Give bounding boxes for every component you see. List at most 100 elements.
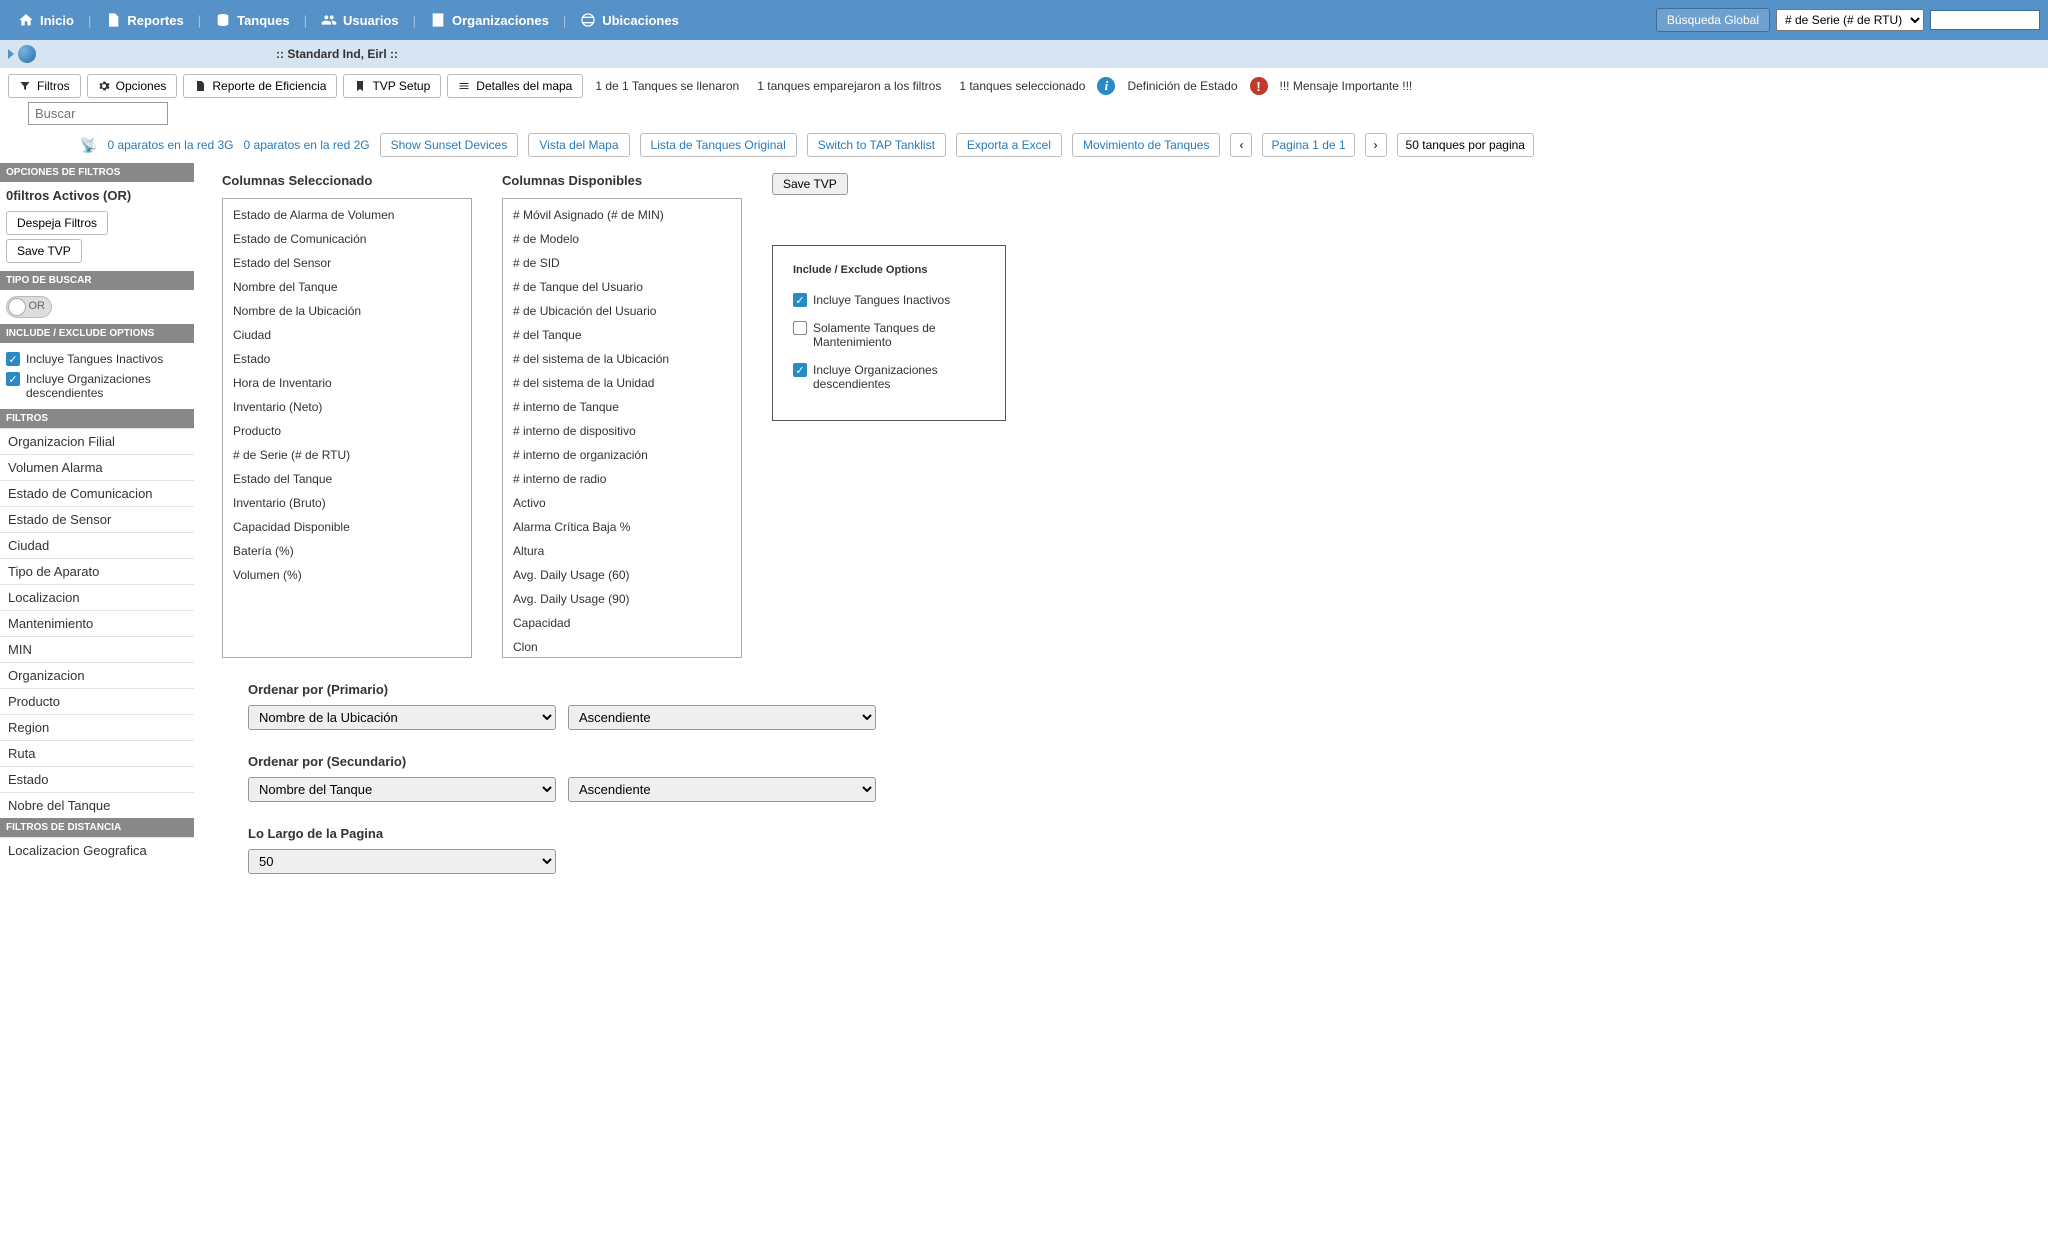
list-item[interactable]: Clon xyxy=(503,635,741,658)
list-item[interactable]: Ciudad xyxy=(223,323,471,347)
filter-item[interactable]: Ruta xyxy=(0,740,194,766)
exporta-excel-button[interactable]: Exporta a Excel xyxy=(956,133,1062,157)
sort-secondary-field-select[interactable]: Nombre del Tanque xyxy=(248,777,556,802)
check-incluye-inactivos[interactable]: ✓ Incluye Tangues Inactivos xyxy=(6,349,188,369)
inc-org-desc-check[interactable]: ✓ Incluye Organizaciones descendientes xyxy=(793,360,985,394)
list-item[interactable]: Activo xyxy=(503,491,741,515)
list-item[interactable]: # del Tanque xyxy=(503,323,741,347)
sunset-devices-button[interactable]: Show Sunset Devices xyxy=(380,133,519,157)
list-item[interactable]: # interno de dispositivo xyxy=(503,419,741,443)
search-type-select[interactable]: # de Serie (# de RTU) xyxy=(1776,9,1924,31)
nav-organizaciones[interactable]: Organizaciones xyxy=(420,12,559,28)
global-search-input[interactable] xyxy=(1930,10,2040,30)
page-info[interactable]: Pagina 1 de 1 xyxy=(1262,133,1354,157)
list-item[interactable]: Nombre del Tanque xyxy=(223,275,471,299)
filter-item[interactable]: Ciudad xyxy=(0,532,194,558)
list-item[interactable]: Volumen (%) xyxy=(223,563,471,587)
tvp-setup-button[interactable]: TVP Setup xyxy=(343,74,441,98)
detalles-mapa-button[interactable]: Detalles del mapa xyxy=(447,74,583,98)
nav-tanques[interactable]: Tanques xyxy=(205,12,300,28)
list-item[interactable]: Estado del Tanque xyxy=(223,467,471,491)
list-item[interactable]: Estado del Sensor xyxy=(223,251,471,275)
next-page-button[interactable]: › xyxy=(1365,133,1387,157)
list-item[interactable]: Inventario (Neto) xyxy=(223,395,471,419)
filter-item[interactable]: MIN xyxy=(0,636,194,662)
list-item[interactable]: Nombre de la Ubicación xyxy=(223,299,471,323)
sort-secondary-dir-select[interactable]: Ascendiente xyxy=(568,777,876,802)
check-incluye-organizaciones[interactable]: ✓ Incluye Organizaciones descendientes xyxy=(6,369,188,403)
list-item[interactable]: # de Tanque del Usuario xyxy=(503,275,741,299)
list-item[interactable]: Hora de Inventario xyxy=(223,371,471,395)
globe-icon[interactable] xyxy=(18,45,36,63)
filter-item[interactable]: Organizacion xyxy=(0,662,194,688)
nav-inicio[interactable]: Inicio xyxy=(8,12,84,28)
nav-usuarios[interactable]: Usuarios xyxy=(311,12,409,28)
filter-item[interactable]: Localizacion xyxy=(0,584,194,610)
list-item[interactable]: Capacidad Disponible xyxy=(223,515,471,539)
list-item[interactable]: # del sistema de la Unidad xyxy=(503,371,741,395)
filter-item[interactable]: Estado xyxy=(0,766,194,792)
list-item[interactable]: # de Serie (# de RTU) xyxy=(223,443,471,467)
nav-ubicaciones[interactable]: Ubicaciones xyxy=(570,12,689,28)
filter-item[interactable]: Tipo de Aparato xyxy=(0,558,194,584)
filter-item[interactable]: Mantenimiento xyxy=(0,610,194,636)
list-item[interactable]: # del sistema de la Ubicación xyxy=(503,347,741,371)
red-3g-link[interactable]: 0 aparatos en la red 3G xyxy=(107,138,233,152)
info-icon[interactable]: i xyxy=(1097,77,1115,95)
list-item[interactable]: Capacidad xyxy=(503,611,741,635)
list-item[interactable]: # Móvil Asignado (# de MIN) xyxy=(503,203,741,227)
list-item[interactable]: Avg. Daily Usage (60) xyxy=(503,563,741,587)
filter-item[interactable]: Producto xyxy=(0,688,194,714)
global-search-button[interactable]: Búsqueda Global xyxy=(1656,8,1770,32)
nav-reportes[interactable]: Reportes xyxy=(95,12,193,28)
list-item[interactable]: # de SID xyxy=(503,251,741,275)
per-page-button[interactable]: 50 tanques por pagina xyxy=(1397,133,1534,157)
expand-icon[interactable] xyxy=(8,49,14,59)
list-item[interactable]: Avg. Daily Usage (90) xyxy=(503,587,741,611)
list-item[interactable]: Producto xyxy=(223,419,471,443)
or-toggle[interactable]: OR xyxy=(6,296,52,318)
list-item[interactable]: # interno de organización xyxy=(503,443,741,467)
list-item[interactable]: Altura xyxy=(503,539,741,563)
movimiento-tanques-button[interactable]: Movimiento de Tanques xyxy=(1072,133,1221,157)
red-2g-link[interactable]: 0 aparatos en la red 2G xyxy=(244,138,370,152)
save-tvp-button[interactable]: Save TVP xyxy=(6,239,82,263)
opciones-button[interactable]: Opciones xyxy=(87,74,178,98)
alert-icon[interactable]: ! xyxy=(1250,77,1268,95)
sort-primary-field-select[interactable]: Nombre de la Ubicación xyxy=(248,705,556,730)
vista-mapa-button[interactable]: Vista del Mapa xyxy=(528,133,629,157)
page-length-select[interactable]: 50 xyxy=(248,849,556,874)
filter-item[interactable]: Volumen Alarma xyxy=(0,454,194,480)
tap-tanklist-button[interactable]: Switch to TAP Tanklist xyxy=(807,133,946,157)
filter-item[interactable]: Estado de Sensor xyxy=(0,506,194,532)
filter-item[interactable]: Organizacion Filial xyxy=(0,428,194,454)
filter-item-geo[interactable]: Localizacion Geografica xyxy=(0,837,194,863)
list-item[interactable]: # interno de Tanque xyxy=(503,395,741,419)
filter-item[interactable]: Region xyxy=(0,714,194,740)
inc-inactivos-check[interactable]: ✓ Incluye Tangues Inactivos xyxy=(793,290,985,310)
filter-item[interactable]: Nobre del Tanque xyxy=(0,792,194,818)
available-columns-list[interactable]: # Móvil Asignado (# de MIN)# de Modelo# … xyxy=(502,198,742,658)
reporte-eficiencia-button[interactable]: Reporte de Eficiencia xyxy=(183,74,337,98)
mensaje-importante-link[interactable]: !!! Mensaje Importante !!! xyxy=(1274,79,1419,93)
definicion-estado-link[interactable]: Definición de Estado xyxy=(1121,79,1243,93)
filtros-button[interactable]: Filtros xyxy=(8,74,81,98)
lista-original-button[interactable]: Lista de Tanques Original xyxy=(640,133,797,157)
sort-primary-dir-select[interactable]: Ascendiente xyxy=(568,705,876,730)
save-tvp-content-button[interactable]: Save TVP xyxy=(772,173,848,195)
list-item[interactable]: Alarma Crítica Baja % xyxy=(503,515,741,539)
list-item[interactable]: Estado de Alarma de Volumen xyxy=(223,203,471,227)
list-item[interactable]: Inventario (Bruto) xyxy=(223,491,471,515)
list-item[interactable]: # de Ubicación del Usuario xyxy=(503,299,741,323)
search-input[interactable] xyxy=(28,102,168,125)
list-item[interactable]: # interno de radio xyxy=(503,467,741,491)
list-item[interactable]: Estado xyxy=(223,347,471,371)
list-item[interactable]: Estado de Comunicación xyxy=(223,227,471,251)
prev-page-button[interactable]: ‹ xyxy=(1230,133,1252,157)
selected-columns-list[interactable]: Estado de Alarma de VolumenEstado de Com… xyxy=(222,198,472,658)
filter-item[interactable]: Estado de Comunicacion xyxy=(0,480,194,506)
despeja-filtros-button[interactable]: Despeja Filtros xyxy=(6,211,108,235)
list-item[interactable]: # de Modelo xyxy=(503,227,741,251)
list-item[interactable]: Batería (%) xyxy=(223,539,471,563)
inc-mantenimiento-check[interactable]: Solamente Tanques de Mantenimiento xyxy=(793,318,985,352)
